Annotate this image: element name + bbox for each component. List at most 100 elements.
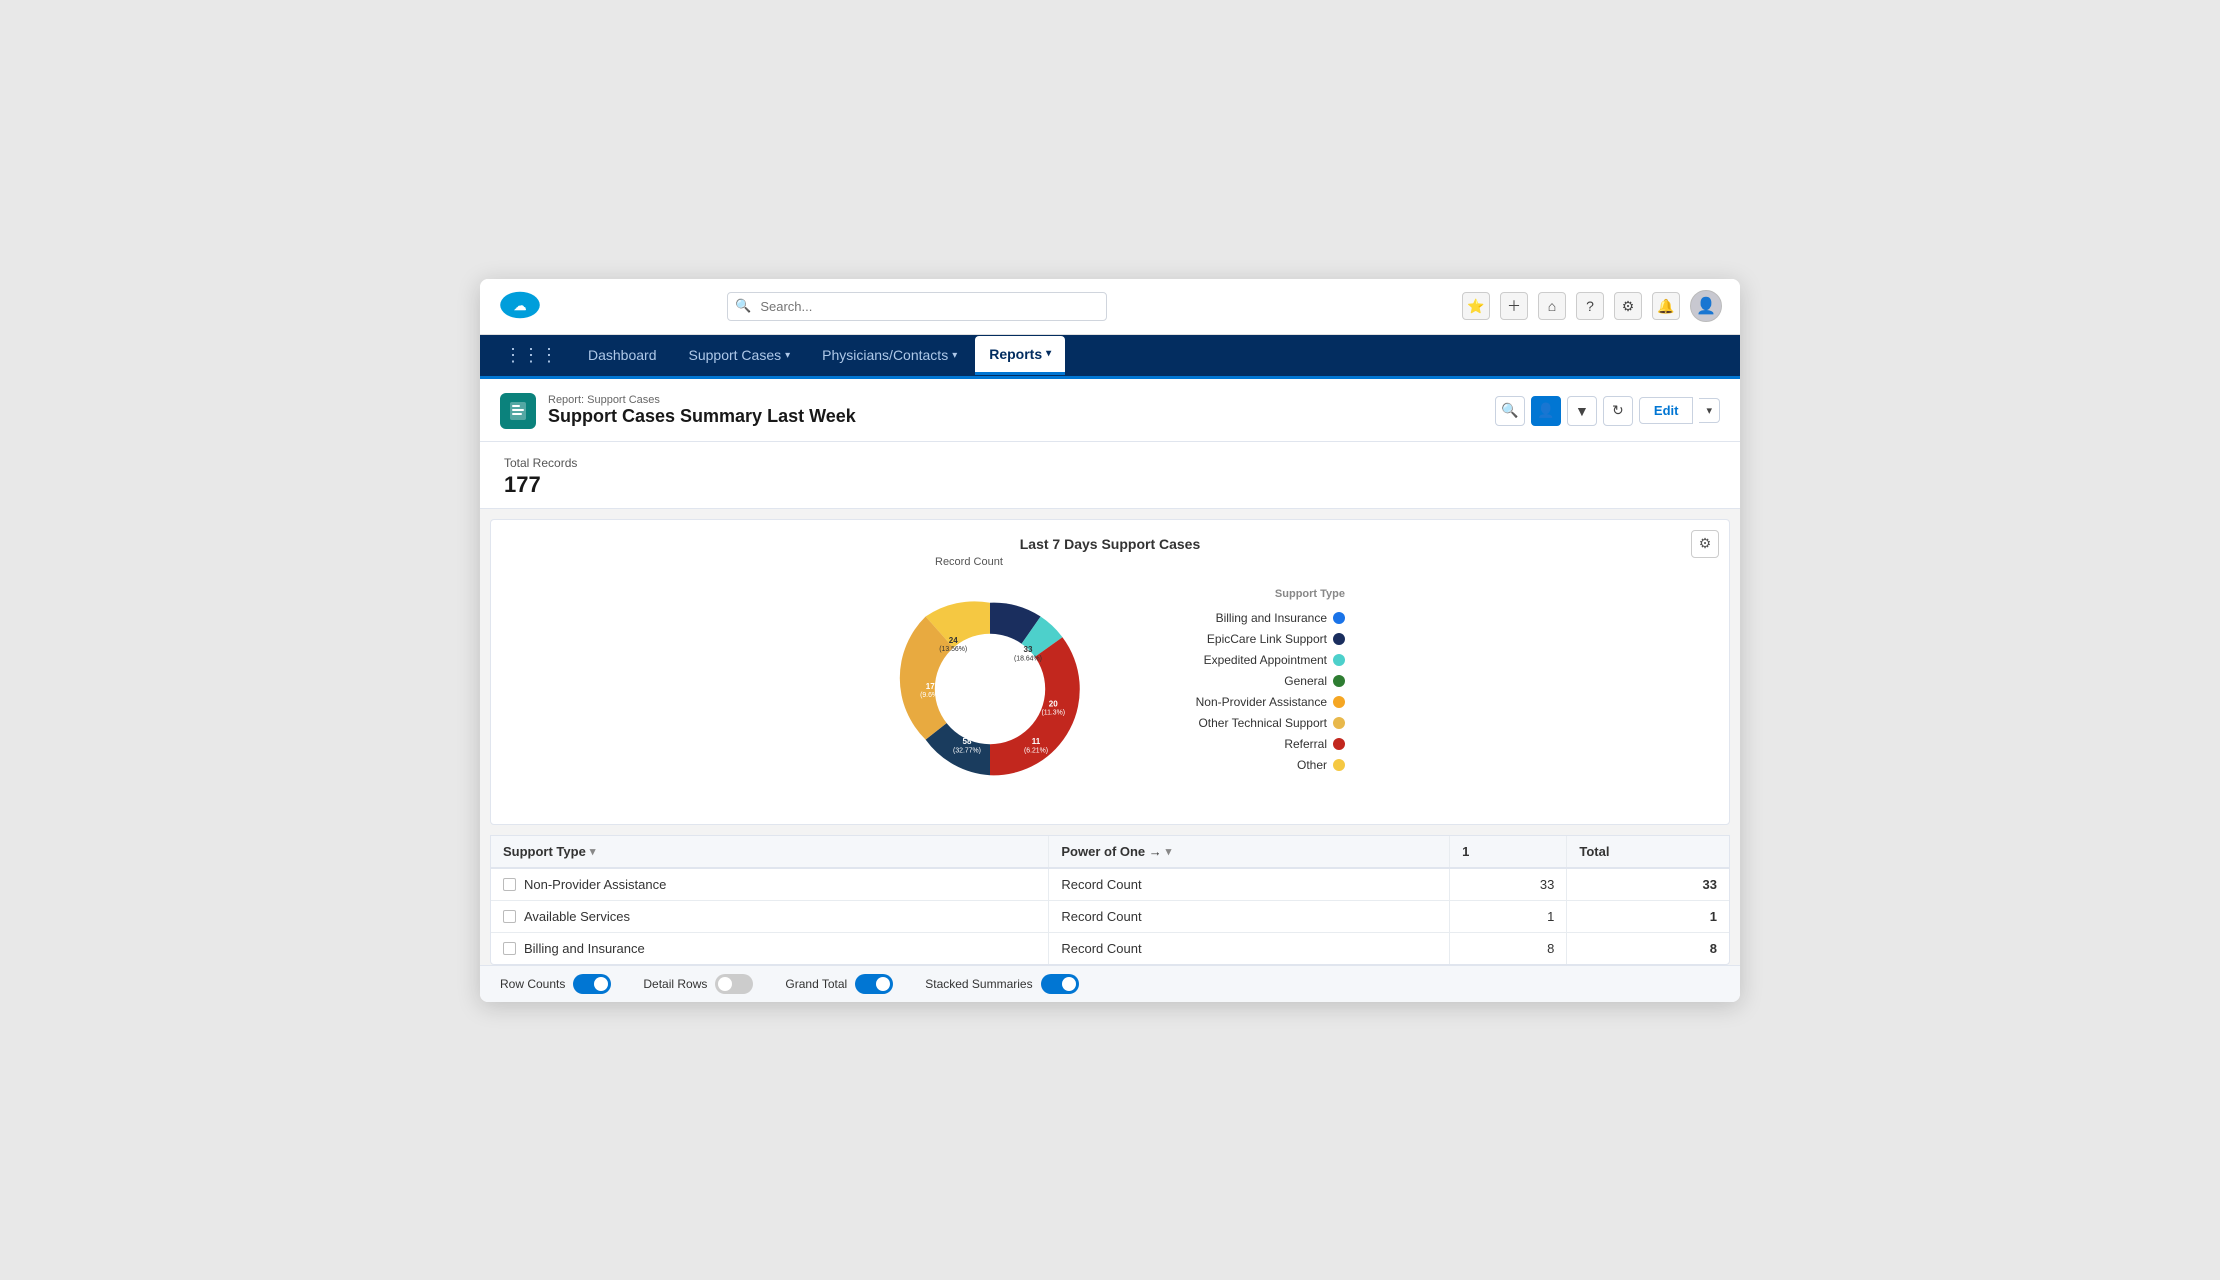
col-support-type: Support Type ▾ [491, 836, 1049, 868]
chart-inner: Record Count [511, 556, 1709, 804]
legend-title: Support Type [1145, 588, 1345, 600]
svg-text:24: 24 [949, 636, 958, 645]
grid-icon[interactable]: ⋮⋮⋮ [500, 335, 570, 376]
legend-dot-nonprovider [1333, 696, 1345, 708]
report-header: Report: Support Cases Support Cases Summ… [480, 379, 1740, 442]
nav-bar: ⋮⋮⋮ Dashboard Support Cases ▾ Physicians… [480, 335, 1740, 376]
table-section: Support Type ▾ Power of One → ▾ 1 [490, 835, 1730, 965]
chevron-down-icon: ▾ [1046, 348, 1051, 359]
svg-text:(11.3%): (11.3%) [1041, 709, 1065, 716]
stacked-summaries-toggle-control[interactable] [1041, 974, 1079, 994]
legend-item-expedited: Expedited Appointment [1145, 653, 1345, 667]
favorites-button[interactable]: ⭐ [1462, 292, 1490, 320]
edit-button[interactable]: Edit [1639, 397, 1694, 424]
chart-legend: Support Type Billing and Insurance EpicC… [1145, 588, 1345, 772]
cell-total: 1 [1567, 900, 1729, 932]
view-button[interactable]: 👤 [1531, 396, 1561, 426]
table-row: Non-Provider Assistance Record Count 33 … [491, 868, 1729, 901]
grand-total-toggle: Grand Total [785, 974, 893, 994]
chart-title: Last 7 Days Support Cases [511, 536, 1709, 552]
total-records-value: 177 [504, 472, 1716, 498]
add-button[interactable]: ＋ [1500, 292, 1528, 320]
filter-button[interactable]: ▼ [1567, 396, 1597, 426]
help-button[interactable]: ? [1576, 292, 1604, 320]
legend-item-billing: Billing and Insurance [1145, 611, 1345, 625]
legend-dot-other-technical [1333, 717, 1345, 729]
search-button[interactable]: 🔍 [1495, 396, 1525, 426]
svg-text:33: 33 [1023, 645, 1032, 654]
chart-settings-button[interactable]: ⚙ [1691, 530, 1719, 558]
avatar[interactable]: 👤 [1690, 290, 1722, 322]
main-content: Report: Support Cases Support Cases Summ… [480, 379, 1740, 1002]
svg-text:(32.77%): (32.77%) [953, 747, 981, 754]
svg-text:58: 58 [963, 737, 972, 746]
detail-rows-toggle-control[interactable] [715, 974, 753, 994]
report-subtitle: Report: Support Cases [548, 394, 856, 406]
home-button[interactable]: ⌂ [1538, 292, 1566, 320]
svg-text:(9.6%): (9.6%) [920, 692, 940, 699]
cell-metric: Record Count [1049, 900, 1450, 932]
row-checkbox[interactable] [503, 910, 516, 923]
col-1: 1 [1450, 836, 1567, 868]
cell-metric: Record Count [1049, 868, 1450, 901]
legend-dot-general [1333, 675, 1345, 687]
cell-metric: Record Count [1049, 932, 1450, 964]
row-checkbox[interactable] [503, 878, 516, 891]
legend-dot-referral [1333, 738, 1345, 750]
nav-item-reports[interactable]: Reports ▾ [975, 336, 1065, 375]
svg-text:(13.56%): (13.56%) [939, 646, 967, 653]
legend-item-other-technical: Other Technical Support [1145, 716, 1345, 730]
grand-total-toggle-control[interactable] [855, 974, 893, 994]
svg-text:(18.64%): (18.64%) [1014, 655, 1042, 662]
cell-value: 33 [1450, 868, 1567, 901]
cell-support-type: Available Services [491, 900, 1049, 932]
legend-item-other: Other [1145, 758, 1345, 772]
donut-chart: 33 (18.64%) 20 (11.3%) 11 (6.21%) 58 (32… [875, 574, 1105, 804]
nav-item-dashboard[interactable]: Dashboard [574, 337, 671, 373]
svg-text:11: 11 [1032, 737, 1041, 746]
toggle-knob [594, 977, 608, 991]
nav-item-support-cases[interactable]: Support Cases ▾ [675, 337, 805, 373]
table-row: Available Services Record Count 1 1 [491, 900, 1729, 932]
logo[interactable]: ☁ [498, 289, 542, 324]
col-total: Total [1567, 836, 1729, 868]
legend-dot-expedited [1333, 654, 1345, 666]
legend-dot-billing [1333, 612, 1345, 624]
stacked-summaries-label: Stacked Summaries [925, 977, 1032, 991]
detail-rows-label: Detail Rows [643, 977, 707, 991]
col-power-of-one: Power of One → ▾ [1049, 836, 1450, 868]
table-row: Billing and Insurance Record Count 8 8 [491, 932, 1729, 964]
cell-total: 33 [1567, 868, 1729, 901]
report-actions: 🔍 👤 ▼ ↻ Edit ▾ [1495, 396, 1720, 426]
refresh-button[interactable]: ↻ [1603, 396, 1633, 426]
report-icon [500, 393, 536, 429]
settings-button[interactable]: ⚙ [1614, 292, 1642, 320]
stats-section: Total Records 177 [480, 442, 1740, 509]
edit-chevron-button[interactable]: ▾ [1699, 398, 1720, 423]
row-counts-label: Row Counts [500, 977, 565, 991]
legend-item-referral: Referral [1145, 737, 1345, 751]
nav-item-physicians[interactable]: Physicians/Contacts ▾ [808, 337, 971, 373]
top-actions: ⭐ ＋ ⌂ ? ⚙ 🔔 👤 [1462, 290, 1722, 322]
notifications-button[interactable]: 🔔 [1652, 292, 1680, 320]
row-counts-toggle-control[interactable] [573, 974, 611, 994]
report-title-area: Report: Support Cases Support Cases Summ… [548, 394, 856, 427]
report-header-left: Report: Support Cases Support Cases Summ… [500, 393, 856, 429]
col-filter-icon-support-type[interactable]: ▾ [590, 845, 596, 858]
col-filter-icon-power[interactable]: ▾ [1166, 845, 1172, 858]
row-checkbox[interactable] [503, 942, 516, 955]
detail-rows-toggle: Detail Rows [643, 974, 753, 994]
browser-window: ☁ 🔍 ⭐ ＋ ⌂ ? ⚙ 🔔 👤 ⋮⋮⋮ Dashboard Support … [480, 279, 1740, 1002]
legend-dot-epiccare [1333, 633, 1345, 645]
row-counts-toggle: Row Counts [500, 974, 611, 994]
svg-text:20: 20 [1049, 699, 1058, 708]
grand-total-label: Grand Total [785, 977, 847, 991]
search-input[interactable] [727, 292, 1107, 321]
search-bar: 🔍 [727, 292, 1107, 321]
toggle-knob [718, 977, 732, 991]
chevron-down-icon: ▾ [785, 350, 790, 361]
svg-text:17: 17 [926, 682, 935, 691]
cell-support-type: Non-Provider Assistance [491, 868, 1049, 901]
cell-total: 8 [1567, 932, 1729, 964]
chevron-down-icon: ▾ [952, 350, 957, 361]
